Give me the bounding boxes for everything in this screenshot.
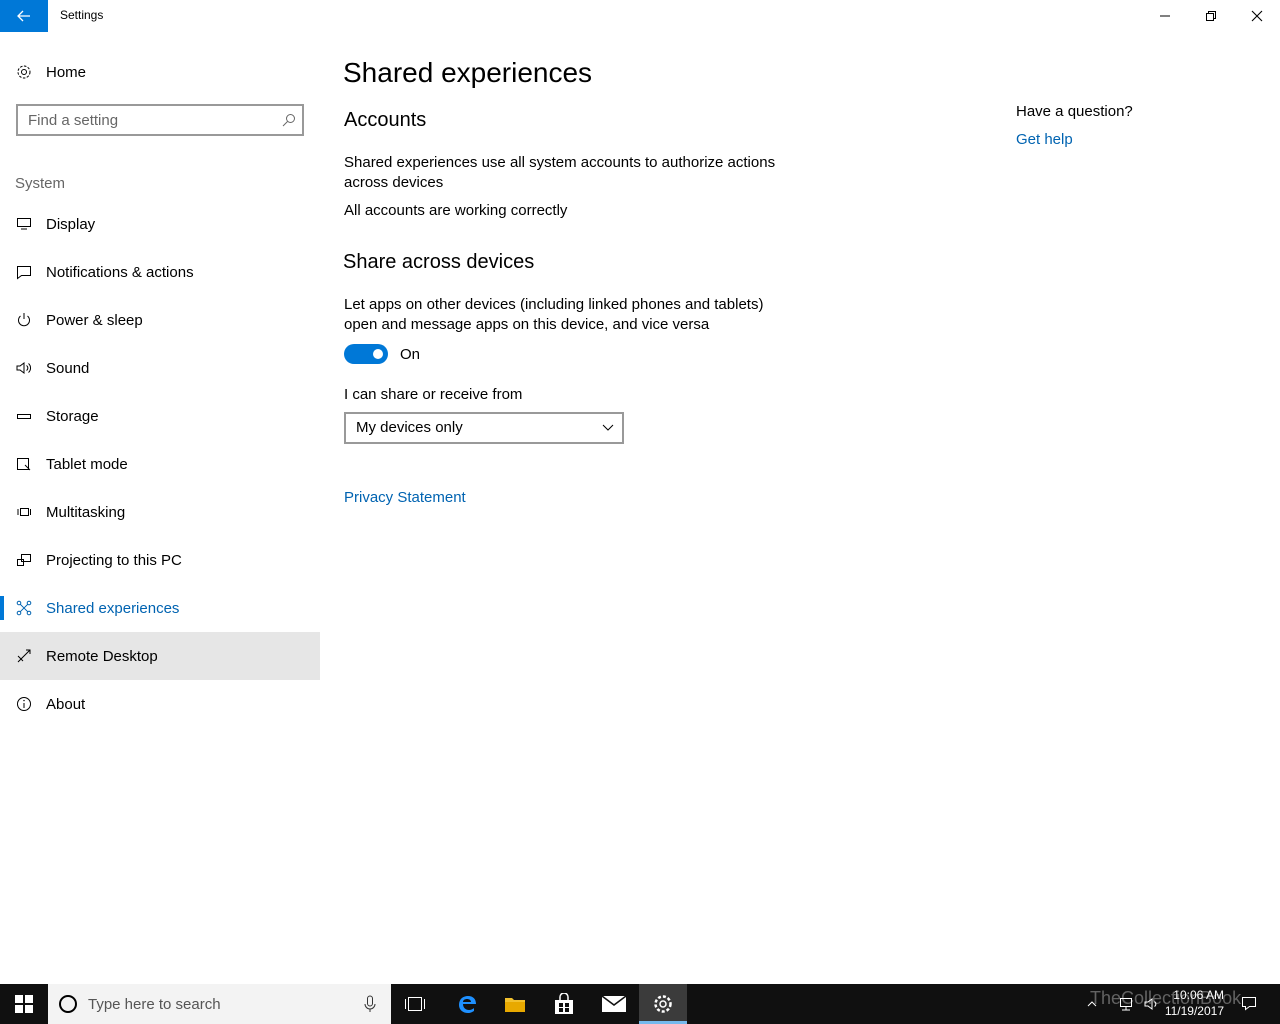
settings-taskbar-button[interactable] — [639, 984, 687, 1024]
sidebar-item-label: Remote Desktop — [46, 647, 158, 665]
tablet-icon — [0, 456, 46, 472]
sidebar-home[interactable]: Home — [0, 48, 320, 96]
shared-icon — [0, 600, 46, 616]
sidebar-item-label: Projecting to this PC — [46, 551, 182, 569]
window-title: Settings — [60, 8, 104, 22]
sidebar-item-storage[interactable]: Storage — [0, 392, 320, 440]
gear-icon — [0, 64, 46, 80]
privacy-statement-link[interactable]: Privacy Statement — [344, 489, 466, 506]
remote-icon — [0, 648, 46, 664]
taskbar-search-placeholder: Type here to search — [88, 995, 221, 1013]
sidebar-item-display[interactable]: Display — [0, 200, 320, 248]
chevron-up-icon — [1087, 1001, 1097, 1007]
volume-button[interactable] — [1140, 984, 1164, 1024]
mail-button[interactable] — [590, 984, 638, 1024]
section-label-system: System — [15, 175, 66, 192]
title-bar — [0, 0, 1280, 32]
sidebar-item-about[interactable]: About — [0, 680, 320, 728]
sidebar-item-remote-desktop[interactable]: Remote Desktop — [0, 632, 320, 680]
help-question: Have a question? — [1016, 103, 1133, 120]
sidebar-item-label: Display — [46, 215, 96, 233]
task-view-button[interactable] — [391, 984, 439, 1024]
edge-icon — [459, 996, 476, 1013]
cortana-icon — [59, 995, 77, 1013]
notification-icon — [1242, 997, 1256, 1011]
network-icon — [1120, 998, 1132, 1011]
clock-time: 10:06 AM — [1173, 988, 1224, 1002]
toggle-state-label: On — [400, 346, 421, 363]
sidebar-item-label: Power & sleep — [46, 311, 143, 329]
edge-button[interactable] — [443, 984, 491, 1024]
page-title: Shared experiences — [343, 57, 593, 88]
storage-icon — [0, 408, 46, 424]
multitask-icon — [0, 504, 46, 520]
store-button[interactable] — [540, 984, 588, 1024]
sidebar-item-label: Shared experiences — [46, 599, 180, 617]
toggle-knob — [373, 349, 383, 359]
sidebar-item-label: About — [46, 695, 86, 713]
receive-label: I can share or receive from — [344, 386, 523, 403]
folder-icon — [505, 998, 525, 1012]
mail-icon — [602, 996, 626, 1012]
back-button[interactable] — [0, 0, 48, 32]
sidebar-item-sound[interactable]: Sound — [0, 344, 320, 392]
action-center-button[interactable] — [1234, 984, 1264, 1024]
settings-search-box[interactable] — [16, 104, 304, 136]
microphone-icon[interactable] — [364, 995, 376, 1013]
close-button[interactable] — [1234, 0, 1280, 32]
sidebar-item-label: Multitasking — [46, 503, 126, 521]
get-help-link[interactable]: Get help — [1016, 131, 1073, 148]
back-arrow-icon — [17, 10, 30, 22]
taskbar-clock[interactable]: 10:06 AM 11/19/2017 — [1165, 987, 1224, 1019]
store-icon — [555, 993, 573, 1014]
chevron-down-icon — [602, 424, 614, 431]
volume-icon — [1144, 998, 1157, 1010]
sidebar-item-label: Storage — [46, 407, 99, 425]
accounts-heading: Accounts — [344, 109, 427, 131]
sidebar-item-label: Tablet mode — [46, 455, 128, 473]
sidebar-home-label: Home — [46, 63, 87, 81]
info-icon — [0, 696, 46, 712]
sidebar-item-notifications[interactable]: Notifications & actions — [0, 248, 320, 296]
taskbar-search-box[interactable]: Type here to search — [48, 984, 391, 1024]
sidebar-item-tablet-mode[interactable]: Tablet mode — [0, 440, 320, 488]
network-button[interactable] — [1114, 984, 1138, 1024]
project-icon — [0, 552, 46, 568]
message-icon — [0, 264, 46, 280]
power-icon — [0, 312, 46, 328]
minimize-icon — [1160, 15, 1170, 17]
sidebar-item-projecting[interactable]: Projecting to this PC — [0, 536, 320, 584]
close-icon — [1251, 10, 1263, 22]
clock-date: 11/19/2017 — [1164, 1004, 1224, 1018]
monitor-icon — [0, 216, 46, 232]
start-button[interactable] — [0, 984, 48, 1024]
sidebar-item-label: Sound — [46, 359, 90, 377]
tray-overflow-button[interactable] — [1080, 984, 1104, 1024]
sidebar-item-label: Notifications & actions — [46, 263, 194, 281]
share-heading: Share across devices — [343, 251, 535, 273]
windows-logo-icon — [15, 995, 33, 1013]
speaker-icon — [0, 360, 46, 376]
accounts-description: Shared experiences use all system accoun… — [344, 154, 776, 191]
search-input[interactable] — [18, 106, 278, 134]
share-description: Let apps on other devices (including lin… — [344, 296, 764, 333]
sidebar-item-multitasking[interactable]: Multitasking — [0, 488, 320, 536]
sidebar-item-power[interactable]: Power & sleep — [0, 296, 320, 344]
minimize-button[interactable] — [1142, 0, 1188, 32]
gear-icon — [654, 995, 672, 1013]
restore-icon — [1206, 11, 1216, 21]
search-icon[interactable] — [282, 113, 296, 127]
share-receive-dropdown[interactable]: My devices only — [344, 412, 624, 444]
task-view-icon — [405, 997, 425, 1011]
dropdown-value: My devices only — [356, 419, 463, 436]
restore-button[interactable] — [1188, 0, 1234, 32]
accounts-status: All accounts are working correctly — [344, 202, 568, 219]
sidebar-item-shared-experiences[interactable]: Shared experiences — [0, 584, 320, 632]
file-explorer-button[interactable] — [491, 984, 539, 1024]
